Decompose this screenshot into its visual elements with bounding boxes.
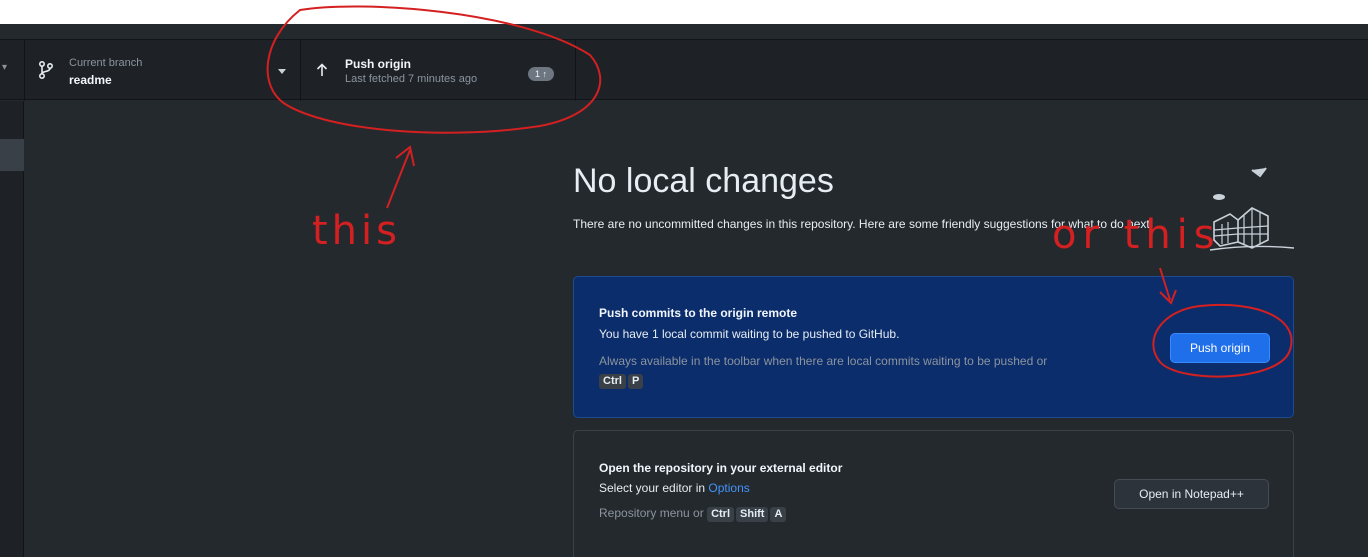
page-title: No local changes [573, 162, 834, 200]
open-in-editor-button[interactable]: Open in Notepad++ [1114, 479, 1269, 509]
shortcut-key-ctrl: Ctrl [707, 507, 735, 522]
toolbar-divider [575, 40, 576, 101]
push-card-hint: Always available in the toolbar when the… [599, 352, 1159, 390]
push-origin-title: Push origin [345, 57, 411, 71]
shortcut-key-shift: Shift [736, 507, 769, 522]
editor-card-hint-text: Repository menu or [599, 506, 704, 520]
shortcut-key-p: P [627, 374, 644, 389]
no-changes-illustration-icon [1209, 167, 1295, 251]
push-commits-card: Push commits to the origin remote You ha… [573, 276, 1294, 418]
git-branch-icon [38, 60, 54, 80]
editor-card-description-text: Select your editor in [599, 481, 706, 495]
toolbar-divider [300, 40, 301, 101]
editor-card-title: Open the repository in your external edi… [599, 461, 843, 475]
arrow-up-icon [316, 63, 328, 76]
editor-card-hint: Repository menu or Ctrl Shift A [599, 504, 788, 523]
push-origin-button[interactable]: Push origin [1170, 333, 1270, 363]
branch-caret-down-icon [278, 69, 286, 74]
page-intro: There are no uncommitted changes in this… [573, 217, 1154, 231]
push-card-description: You have 1 local commit waiting to be pu… [599, 327, 900, 341]
toolbar-divider [24, 40, 25, 101]
options-link[interactable]: Options [708, 481, 749, 495]
ahead-count-badge: 1 ↑ [528, 67, 555, 81]
open-editor-card: Open the repository in your external edi… [573, 430, 1294, 557]
shortcut-key-ctrl: Ctrl [599, 374, 626, 389]
github-desktop-window: ▾ Current branch readme Push origin Last… [0, 24, 1368, 557]
toolbar: ▾ Current branch readme Push origin Last… [0, 39, 1368, 101]
sidebar-selected-tab[interactable] [0, 139, 24, 171]
current-branch-name: readme [69, 73, 112, 87]
last-fetched-text: Last fetched 7 minutes ago [345, 73, 478, 85]
current-branch-caption: Current branch [69, 57, 143, 69]
editor-card-description: Select your editor in Options [599, 481, 750, 495]
shortcut-key-a: A [770, 507, 787, 522]
push-card-hint-text: Always available in the toolbar when the… [599, 354, 1048, 368]
repository-dropdown-chevron-icon[interactable]: ▾ [2, 62, 7, 73]
sidebar-panel [0, 101, 24, 557]
push-card-title: Push commits to the origin remote [599, 306, 798, 320]
